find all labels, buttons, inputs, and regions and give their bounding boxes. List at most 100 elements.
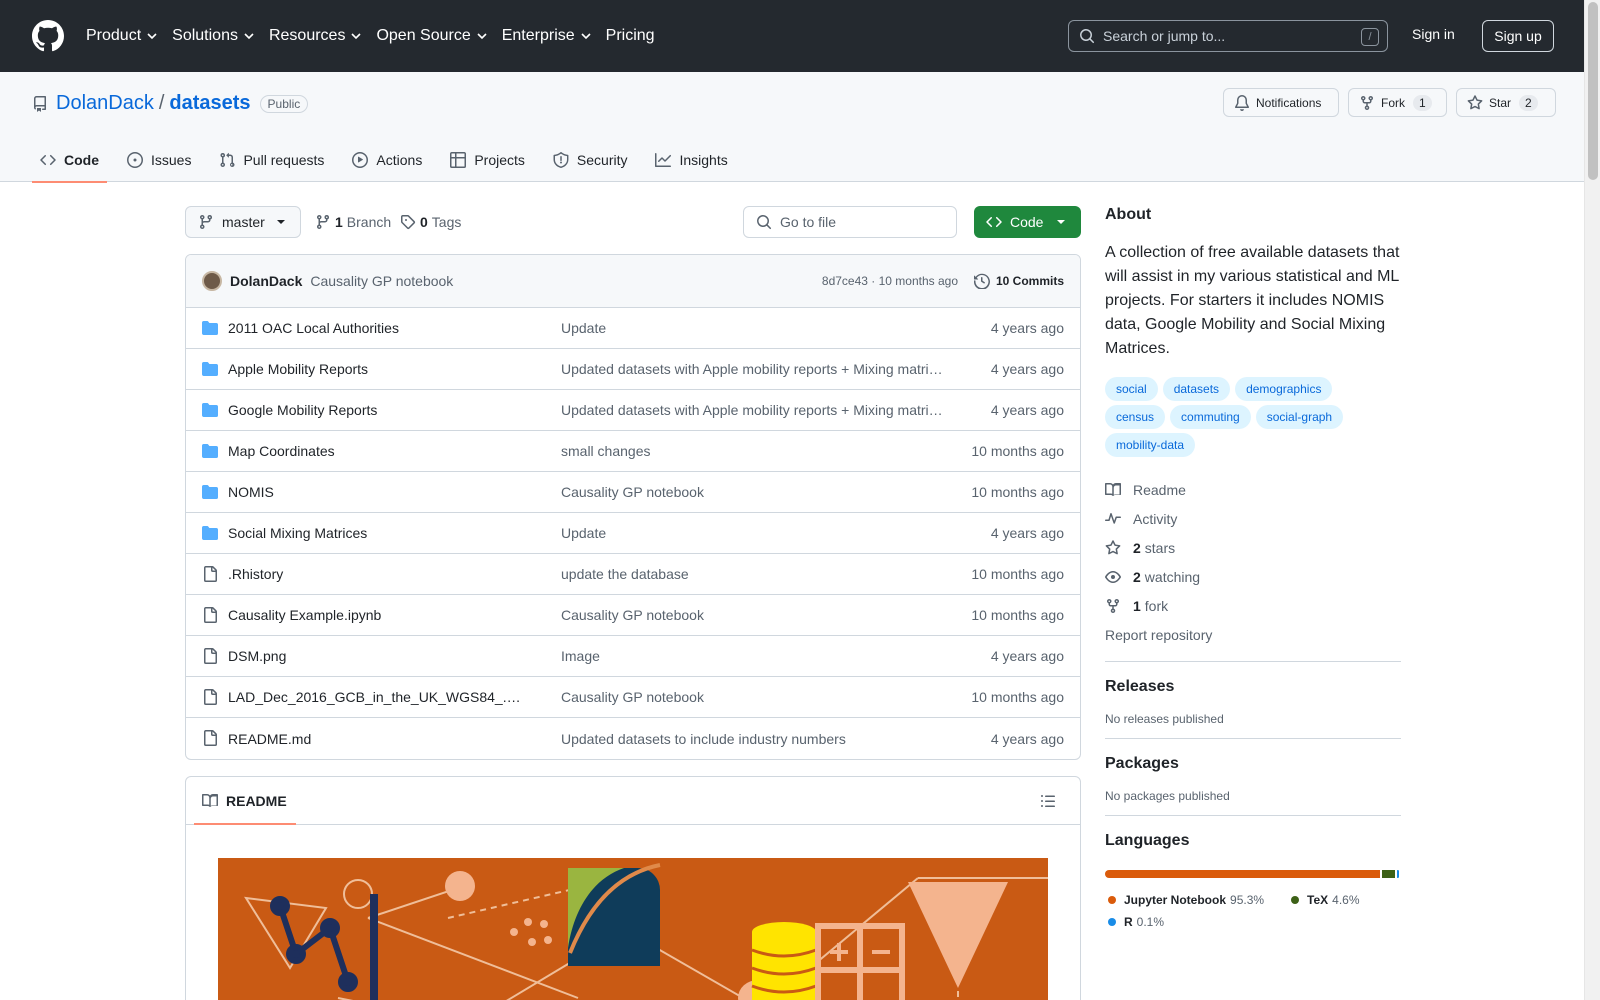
file-name-link[interactable]: Google Mobility Reports — [228, 402, 528, 418]
file-row[interactable]: Social Mixing Matrices Update 4 years ago — [186, 513, 1080, 554]
global-header: Product Solutions Resources Open Source … — [0, 0, 1584, 72]
stars-link[interactable]: 2 stars — [1105, 533, 1401, 562]
topic-tag[interactable]: census — [1105, 405, 1166, 429]
play-icon — [352, 152, 369, 168]
tab-security[interactable]: Security — [545, 138, 636, 182]
report-repository-link[interactable]: Report repository — [1105, 620, 1401, 649]
avatar[interactable] — [202, 271, 222, 291]
file-row[interactable]: DSM.png Image 4 years ago — [186, 636, 1080, 677]
topic-tag[interactable]: mobility-data — [1105, 433, 1196, 457]
topic-tag[interactable]: social — [1105, 377, 1158, 401]
commits-link[interactable]: 10 Commits — [973, 273, 1064, 289]
commit-author-link[interactable]: DolanDack — [230, 273, 302, 289]
nav-enterprise[interactable]: Enterprise — [502, 27, 592, 45]
file-name-link[interactable]: .Rhistory — [228, 566, 528, 582]
tab-pull-requests[interactable]: Pull requests — [211, 138, 332, 182]
file-name-link[interactable]: Map Coordinates — [228, 443, 528, 459]
topic-tag[interactable]: social-graph — [1255, 405, 1344, 429]
file-commit-message-link[interactable]: Updated datasets with Apple mobility rep… — [561, 402, 946, 418]
file-row[interactable]: NOMIS Causality GP notebook 10 months ago — [186, 472, 1080, 513]
notifications-button[interactable]: Notifications — [1223, 88, 1339, 117]
topic-tag[interactable]: datasets — [1162, 377, 1231, 401]
sidebar-divider — [1105, 661, 1401, 662]
tab-code[interactable]: Code — [32, 138, 107, 183]
readme-link[interactable]: Readme — [1105, 475, 1401, 504]
repo-sidebar: About A collection of free available dat… — [1105, 206, 1401, 933]
tag-count: 0 — [420, 214, 428, 230]
file-row[interactable]: Google Mobility Reports Updated datasets … — [186, 390, 1080, 431]
file-name-link[interactable]: LAD_Dec_2016_GCB_in_the_UK_WGS84_.… — [228, 689, 528, 705]
file-commit-message-link[interactable]: Causality GP notebook — [561, 607, 946, 623]
list-unordered-icon[interactable] — [1040, 793, 1056, 809]
nav-resources[interactable]: Resources — [269, 27, 362, 45]
file-commit-message-link[interactable]: Updated datasets to include industry num… — [561, 731, 946, 747]
releases-heading[interactable]: Releases — [1105, 678, 1401, 696]
file-commit-message-link[interactable]: small changes — [561, 443, 946, 459]
chevron-down-icon — [581, 33, 591, 40]
commit-message-link[interactable]: Causality GP notebook — [310, 273, 453, 289]
activity-link[interactable]: Activity — [1105, 504, 1401, 533]
tab-actions[interactable]: Actions — [344, 138, 430, 182]
code-dropdown-button[interactable]: Code — [974, 206, 1081, 238]
file-name-link[interactable]: DSM.png — [228, 648, 528, 664]
tab-insights[interactable]: Insights — [647, 138, 735, 182]
file-commit-message-link[interactable]: Update — [561, 525, 946, 541]
file-row[interactable]: README.md Updated datasets to include ind… — [186, 718, 1080, 759]
tags-link[interactable]: 0 Tags — [400, 214, 461, 230]
file-name-link[interactable]: Causality Example.ipynb — [228, 607, 528, 623]
sign-in-link[interactable]: Sign in — [1412, 26, 1455, 42]
file-name-link[interactable]: Apple Mobility Reports — [228, 361, 528, 377]
language-item[interactable]: R 0.1% — [1108, 911, 1164, 933]
language-item[interactable]: Jupyter Notebook 95.3% — [1108, 889, 1264, 911]
topic-tag[interactable]: demographics — [1235, 377, 1333, 401]
file-row[interactable]: 2011 OAC Local Authorities Update 4 years … — [186, 308, 1080, 349]
search-shortcut-key: / — [1361, 28, 1379, 46]
nav-pricing[interactable]: Pricing — [606, 27, 655, 45]
file-name-link[interactable]: Social Mixing Matrices — [228, 525, 528, 541]
fork-button[interactable]: Fork 1 — [1348, 88, 1447, 117]
branch-count-label: Branch — [346, 214, 392, 230]
language-color-dot — [1108, 896, 1116, 904]
search-input[interactable]: Search or jump to... / — [1068, 20, 1388, 52]
forks-link[interactable]: 1 fork — [1105, 591, 1401, 620]
file-commit-message-link[interactable]: Updated datasets with Apple mobility rep… — [561, 361, 946, 377]
scrollbar-thumb[interactable] — [1588, 2, 1598, 180]
global-nav: Product Solutions Resources Open Source … — [86, 27, 669, 45]
language-item[interactable]: TeX 4.6% — [1291, 889, 1360, 911]
nav-product[interactable]: Product — [86, 27, 158, 45]
tab-projects[interactable]: Projects — [442, 138, 533, 182]
github-logo-icon[interactable] — [32, 20, 64, 52]
file-icon — [204, 730, 217, 746]
file-commit-message-link[interactable]: Causality GP notebook — [561, 689, 946, 705]
file-commit-message-link[interactable]: update the database — [561, 566, 946, 582]
chevron-down-icon — [147, 33, 157, 40]
sign-up-button[interactable]: Sign up — [1482, 20, 1554, 52]
file-commit-message-link[interactable]: Causality GP notebook — [561, 484, 946, 500]
file-name-link[interactable]: README.md — [228, 731, 528, 747]
folder-icon — [202, 485, 218, 499]
watching-link[interactable]: 2 watching — [1105, 562, 1401, 591]
file-row[interactable]: Causality Example.ipynb Causality GP note… — [186, 595, 1080, 636]
go-to-file-input[interactable]: Go to file — [743, 206, 957, 238]
nav-open-source[interactable]: Open Source — [376, 27, 487, 45]
topic-tag[interactable]: commuting — [1170, 405, 1251, 429]
readme-tab-label[interactable]: README — [226, 793, 287, 809]
branch-selector[interactable]: master — [185, 206, 301, 238]
file-commit-message-link[interactable]: Image — [561, 648, 946, 664]
file-row[interactable]: LAD_Dec_2016_GCB_in_the_UK_WGS84_.… Causa… — [186, 677, 1080, 718]
packages-heading[interactable]: Packages — [1105, 755, 1401, 773]
page-scrollbar[interactable] — [1584, 0, 1600, 1000]
repo-owner-link[interactable]: DolanDack — [56, 92, 154, 115]
nav-solutions[interactable]: Solutions — [172, 27, 255, 45]
file-name-link[interactable]: NOMIS — [228, 484, 528, 500]
file-row[interactable]: .Rhistory update the database 10 months ag… — [186, 554, 1080, 595]
branches-link[interactable]: 1 Branch — [315, 214, 391, 230]
commit-hash-time[interactable]: 8d7ce43 · 10 months ago — [822, 274, 958, 288]
star-button[interactable]: Star 2 — [1456, 88, 1556, 117]
file-name-link[interactable]: 2011 OAC Local Authorities — [228, 320, 528, 336]
repo-name-link[interactable]: datasets — [169, 92, 250, 115]
tab-issues[interactable]: Issues — [119, 138, 199, 182]
file-row[interactable]: Apple Mobility Reports Updated datasets w… — [186, 349, 1080, 390]
file-commit-message-link[interactable]: Update — [561, 320, 946, 336]
file-row[interactable]: Map Coordinates small changes 10 months ag… — [186, 431, 1080, 472]
